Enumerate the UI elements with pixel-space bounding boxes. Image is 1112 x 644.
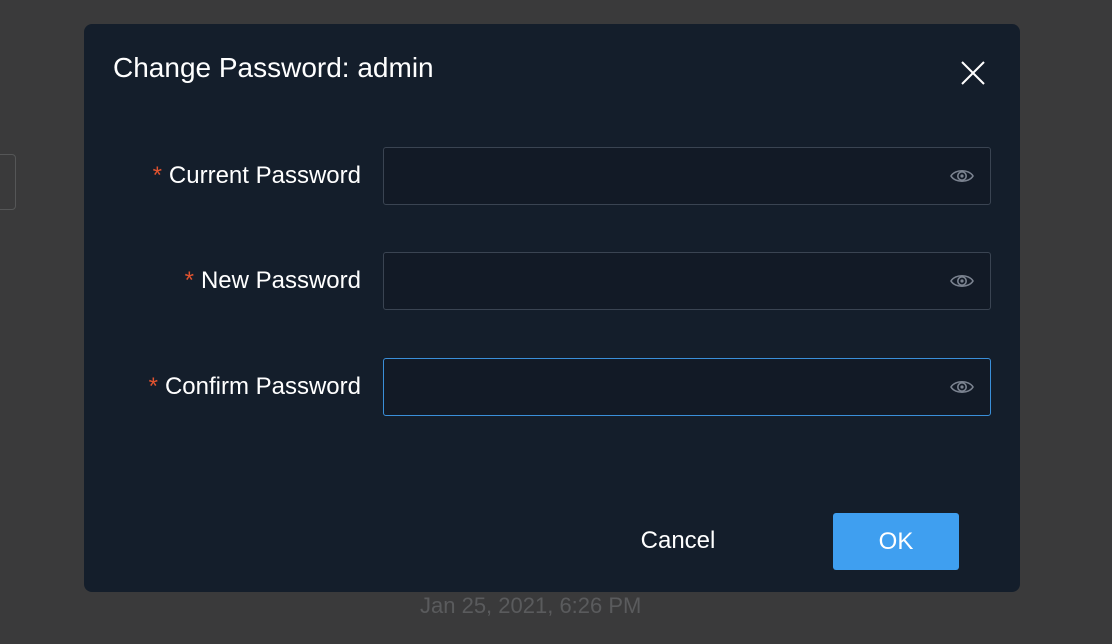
required-marker: * bbox=[184, 267, 194, 294]
current-password-input[interactable] bbox=[384, 148, 924, 204]
required-marker: * bbox=[152, 162, 162, 189]
new-password-label-text: New Password bbox=[200, 267, 361, 294]
form-row-new-password: * New Password bbox=[84, 252, 1020, 310]
close-button[interactable] bbox=[954, 54, 992, 92]
new-password-label: * New Password bbox=[185, 252, 361, 310]
new-password-field-box bbox=[383, 252, 991, 310]
background-panel-edge bbox=[0, 154, 16, 210]
new-password-input[interactable] bbox=[384, 253, 924, 309]
dialog-title: Change Password: admin bbox=[113, 52, 434, 83]
close-icon bbox=[961, 61, 985, 85]
confirm-password-field-box bbox=[383, 358, 991, 416]
form-row-confirm-password: * Confirm Password bbox=[84, 358, 1020, 416]
eye-icon[interactable] bbox=[950, 165, 974, 187]
confirm-password-input[interactable] bbox=[384, 359, 924, 415]
eye-icon[interactable] bbox=[950, 270, 974, 292]
form-row-current-password: * Current Password bbox=[84, 147, 1020, 205]
current-password-label: * Current Password bbox=[153, 147, 361, 205]
required-marker: * bbox=[148, 373, 158, 400]
confirm-password-label-text: Confirm Password bbox=[164, 373, 361, 400]
current-password-field-box bbox=[383, 147, 991, 205]
background-timestamp: Jan 25, 2021, 6:26 PM bbox=[420, 593, 642, 618]
cancel-button[interactable]: Cancel bbox=[622, 513, 734, 569]
ok-button[interactable]: OK bbox=[833, 513, 959, 570]
confirm-password-label: * Confirm Password bbox=[149, 358, 361, 416]
change-password-dialog: Change Password: admin * Current Password… bbox=[84, 24, 1020, 592]
current-password-label-text: Current Password bbox=[168, 162, 361, 189]
eye-icon[interactable] bbox=[950, 376, 974, 398]
